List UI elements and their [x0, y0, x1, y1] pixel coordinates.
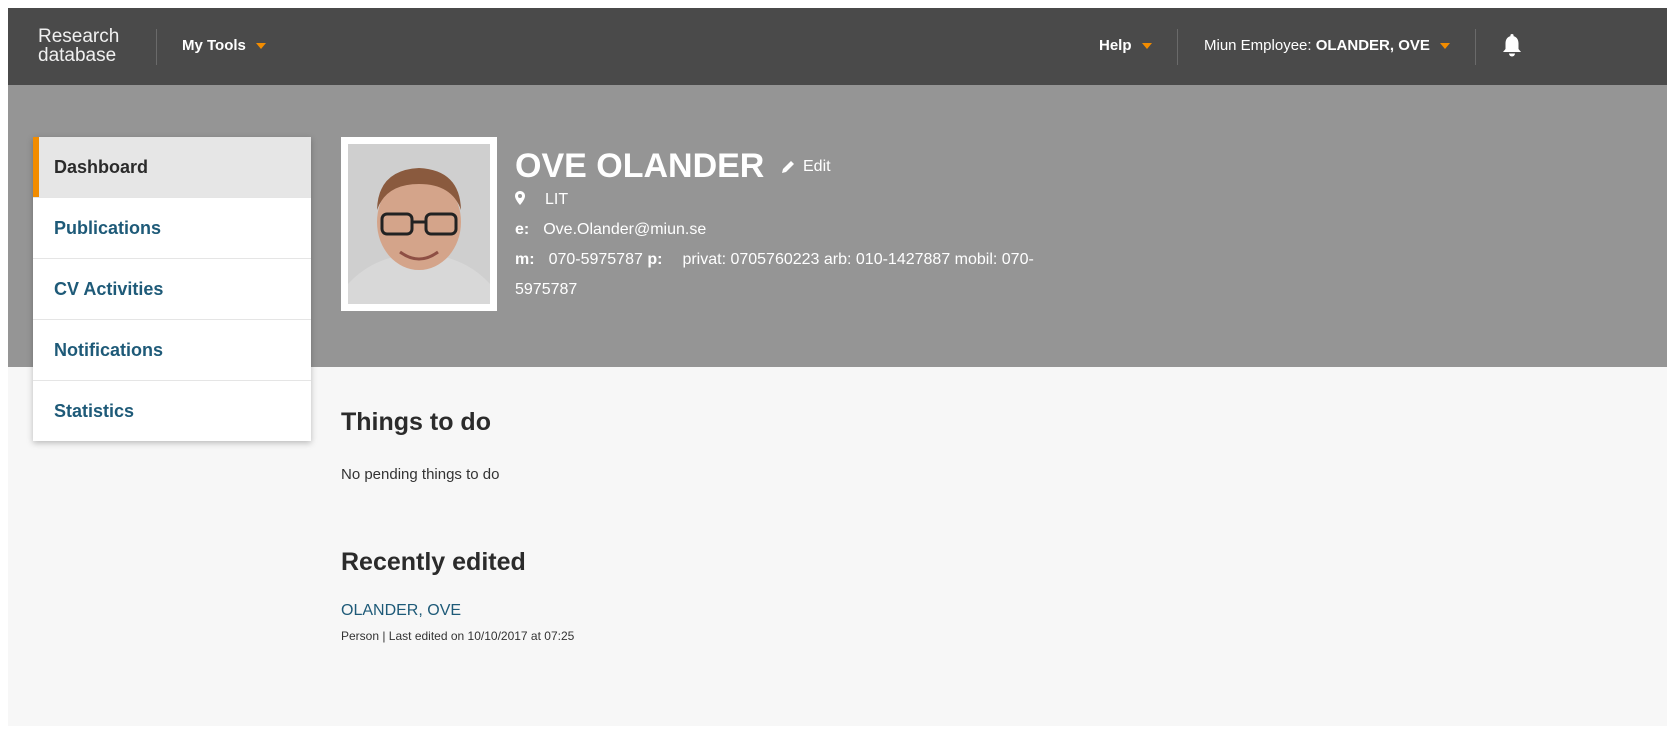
profile-photo-frame [341, 137, 497, 311]
profile-location: LIT [515, 191, 568, 209]
sidebar-item-publications[interactable]: Publications [33, 198, 311, 259]
user-menu[interactable]: Miun Employee: OLANDER, OVE [1204, 37, 1450, 54]
sidebar-item-statistics[interactable]: Statistics [33, 381, 311, 441]
profile-phone-continued: 5975787 [515, 281, 578, 298]
edit-label: Edit [803, 158, 831, 175]
recent-item-meta: Person | Last edited on 10/10/2017 at 07… [341, 629, 575, 643]
sidebar-item-cv-activities[interactable]: CV Activities [33, 259, 311, 320]
sidebar-item-dashboard[interactable]: Dashboard [33, 137, 311, 198]
email-label: e: [515, 221, 530, 238]
edit-profile-link[interactable]: Edit [781, 158, 831, 176]
my-tools-label: My Tools [182, 37, 246, 54]
pencil-icon [782, 161, 794, 173]
caret-down-icon [255, 43, 266, 50]
caret-down-icon [1439, 43, 1450, 50]
sidebar-item-notifications[interactable]: Notifications [33, 320, 311, 381]
location-pin-icon [515, 191, 525, 205]
phone-value: privat: 0705760223 arb: 010-1427887 mobi… [682, 251, 1034, 268]
phone-label: p: [647, 251, 663, 268]
sidebar-item-label: Notifications [54, 340, 164, 360]
profile-phone-row: m: 070-5975787 p: privat: 0705760223 arb: … [515, 251, 1034, 269]
mobile-label: m: [515, 251, 535, 268]
nav-divider [1177, 29, 1178, 65]
sidebar-item-label: CV Activities [54, 279, 164, 299]
help-menu[interactable]: Help [1099, 37, 1152, 54]
sidebar-nav: Dashboard Publications CV Activities Not… [33, 137, 311, 441]
page-frame: Research database My Tools Help Miun Emp… [8, 8, 1667, 726]
email-value[interactable]: Ove.Olander@miun.se [543, 221, 706, 238]
sidebar-item-label: Publications [54, 218, 162, 238]
recent-item-link[interactable]: OLANDER, OVE [341, 602, 461, 620]
logo-line-1: Research [38, 26, 120, 47]
things-to-do-heading: Things to do [341, 408, 491, 436]
mobile-value: 070-5975787 [548, 251, 643, 268]
recently-edited-heading: Recently edited [341, 548, 526, 576]
nav-divider [156, 29, 157, 65]
things-to-do-empty: No pending things to do [341, 466, 500, 483]
profile-email-row: e: Ove.Olander@miun.se [515, 221, 706, 239]
user-name: OLANDER, OVE [1315, 37, 1430, 54]
site-logo[interactable]: Research database [38, 27, 119, 65]
profile-photo [348, 144, 490, 304]
profile-name: OVE OLANDER [515, 147, 765, 185]
location-value: LIT [545, 191, 569, 208]
sidebar-item-label: Statistics [54, 401, 135, 421]
my-tools-menu[interactable]: My Tools [182, 37, 266, 54]
user-prefix: Miun Employee: [1204, 37, 1316, 54]
caret-down-icon [1141, 43, 1152, 50]
nav-divider [1475, 29, 1476, 65]
top-navbar: Research database My Tools Help Miun Emp… [8, 8, 1667, 85]
sidebar-item-label: Dashboard [54, 157, 149, 177]
help-label: Help [1099, 37, 1132, 54]
bell-icon[interactable] [1501, 33, 1523, 59]
logo-line-2: database [38, 45, 117, 66]
